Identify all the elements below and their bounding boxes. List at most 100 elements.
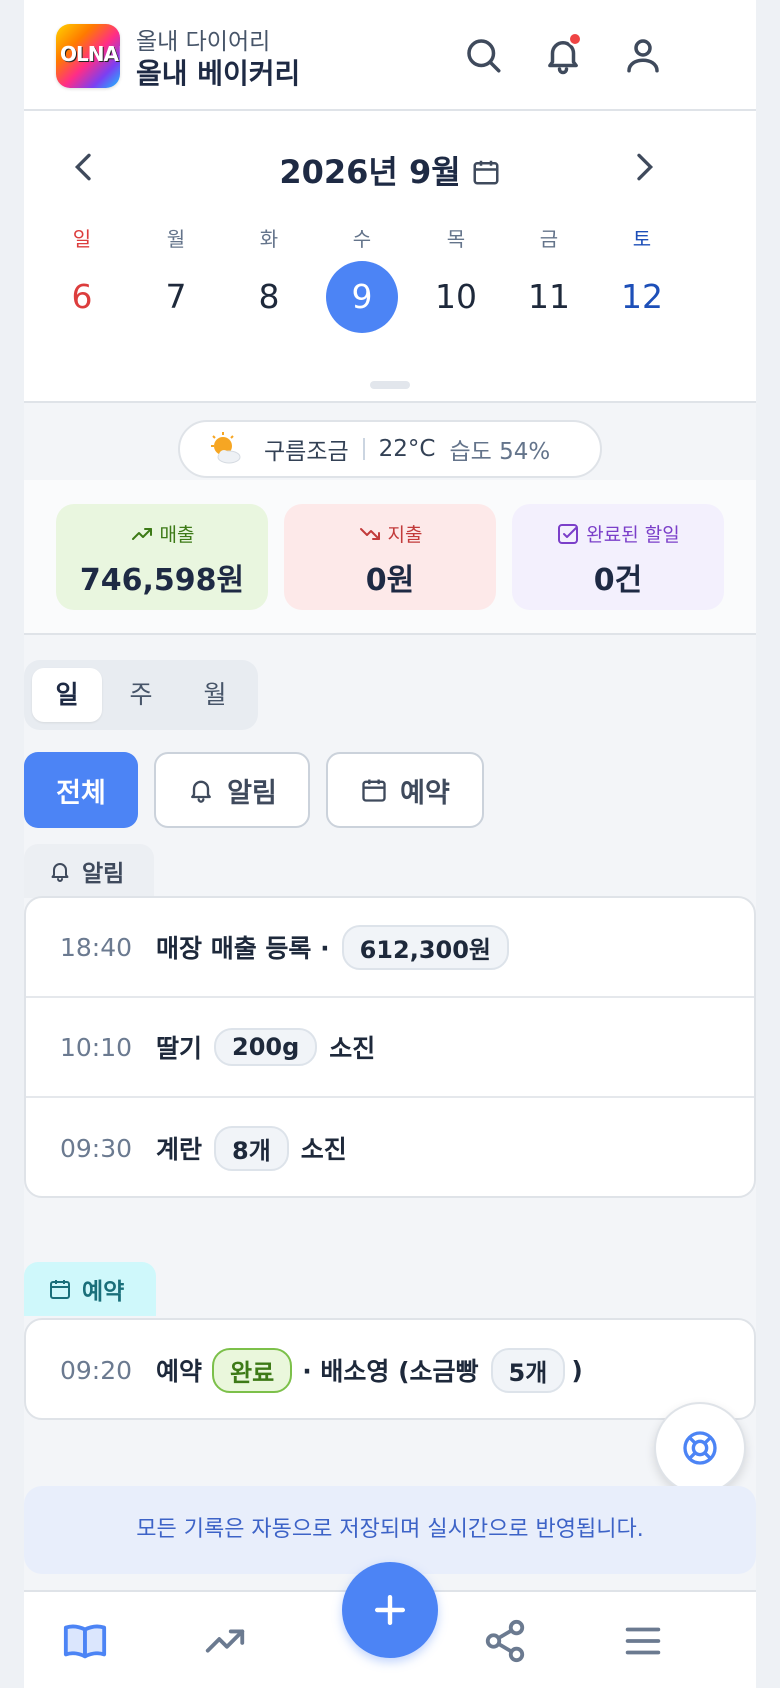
- trending-down-icon: [359, 527, 380, 540]
- daily-summary: 매출 746,598원 지출 0원 완료된 할일 0건: [24, 480, 756, 635]
- brand-title: 올내 베이커리: [136, 57, 301, 90]
- quantity-chip: 8개: [214, 1125, 289, 1171]
- day-8[interactable]: 8: [233, 261, 305, 333]
- weekday-fri: 금: [539, 227, 559, 251]
- list-item[interactable]: 10:10 딸기 200g 소진: [26, 998, 754, 1098]
- status-badge: 완료: [212, 1347, 293, 1393]
- bell-icon: [51, 863, 69, 882]
- nav-share[interactable]: [482, 1618, 528, 1664]
- notification-badge: [568, 32, 582, 46]
- sales-label: 매출: [159, 524, 195, 546]
- weekday-wed: 수: [352, 227, 372, 251]
- day-12[interactable]: 12: [606, 261, 678, 333]
- filter-alerts-label: 알림: [227, 777, 277, 809]
- calendar-icon: [50, 1280, 70, 1299]
- filter-all-label: 전체: [56, 777, 106, 809]
- period-segmented-control: 일 주 월: [24, 660, 258, 730]
- brand-subtitle: 올내 다이어리: [136, 29, 271, 55]
- list-item[interactable]: 18:40 매장 매출 등록 · 612,300원: [26, 898, 754, 998]
- book-open-icon: [63, 1624, 107, 1659]
- menu-icon: [625, 1627, 661, 1655]
- weekday-tue: 화: [259, 227, 279, 251]
- list-item[interactable]: 09:20 예약 완료 · 배소영 (소금빵 5개 ): [26, 1320, 754, 1420]
- alerts-list: 18:40 매장 매출 등록 · 612,300원 10:10 딸기 200g …: [24, 896, 756, 1198]
- support-button[interactable]: [654, 1402, 746, 1494]
- trending-up-icon: [205, 1629, 245, 1653]
- item-content: 매장 매출 등록 · 612,300원: [156, 924, 521, 970]
- day-11[interactable]: 11: [513, 261, 585, 333]
- nav-menu[interactable]: [620, 1618, 666, 1664]
- app-logo[interactable]: OLNAE: [56, 24, 120, 88]
- todo-card[interactable]: 완료된 할일 0건: [512, 504, 724, 610]
- reservations-section-header: 예약: [24, 1262, 156, 1316]
- item-time: 09:20: [59, 1355, 132, 1385]
- weekday-mon: 월: [166, 227, 186, 251]
- item-suffix: 소진: [329, 1034, 376, 1063]
- sales-card[interactable]: 매출 746,598원: [56, 504, 268, 610]
- nav-stats[interactable]: [202, 1618, 248, 1664]
- item-time: 10:10: [59, 1032, 132, 1062]
- weekday-thu: 목: [446, 227, 466, 251]
- notification-button[interactable]: [542, 32, 584, 76]
- search-button[interactable]: [462, 34, 504, 76]
- drag-handle[interactable]: [370, 381, 410, 389]
- filter-reservations-button[interactable]: 예약: [326, 752, 484, 828]
- trending-up-icon: [131, 527, 152, 540]
- day-6[interactable]: 6: [46, 261, 118, 333]
- filter-all-button[interactable]: 전체: [24, 752, 138, 828]
- sales-label-row: 매출: [56, 520, 268, 547]
- plus-icon: [374, 1594, 406, 1626]
- reservations-list: 09:20 예약 완료 · 배소영 (소금빵 5개 ): [24, 1318, 756, 1420]
- profile-button[interactable]: [622, 34, 664, 76]
- chevron-right-icon: [637, 153, 654, 181]
- app-root: OLNAE 올내 다이어리 올내 베이커리 2026년 9월: [24, 0, 756, 1688]
- expense-label: 지출: [387, 524, 423, 546]
- list-item[interactable]: 09:30 계란 8개 소진: [26, 1098, 754, 1198]
- day-9-selected[interactable]: 9: [326, 261, 398, 333]
- lifebuoy-icon: [683, 1431, 717, 1465]
- reservations-section-title: 예약: [82, 1279, 125, 1305]
- expense-card[interactable]: 지출 0원: [284, 504, 496, 610]
- day-10[interactable]: 10: [420, 261, 492, 333]
- nav-diary[interactable]: [62, 1618, 108, 1664]
- item-close-paren: ): [571, 1355, 583, 1385]
- alerts-section-title: 알림: [82, 861, 125, 887]
- autosave-info-banner: 모든 기록은 자동으로 저장되며 실시간으로 반영됩니다.: [24, 1486, 756, 1574]
- item-content: 계란 8개 소진: [156, 1125, 347, 1171]
- weekday-sat: 토: [632, 227, 652, 251]
- period-month[interactable]: 월: [180, 668, 250, 722]
- month-title-text: 2026년 9월: [279, 153, 461, 191]
- calendar-icon: [471, 157, 501, 195]
- quantity-chip: 5개: [490, 1347, 566, 1393]
- user-icon: [627, 39, 659, 73]
- calendar-icon: [362, 779, 386, 802]
- day-7[interactable]: 7: [140, 261, 212, 333]
- logo-mark: OLNAE: [60, 42, 120, 66]
- todo-value: 0건: [593, 563, 643, 598]
- filter-alerts-button[interactable]: 알림: [154, 752, 310, 828]
- todo-label: 완료된 할일: [586, 524, 680, 546]
- item-content: 딸기 200g 소진: [156, 1028, 375, 1066]
- share-icon: [485, 1619, 525, 1663]
- item-detail: · 배소영 (소금빵: [302, 1357, 479, 1386]
- expense-value: 0원: [365, 563, 415, 598]
- amount-chip: 612,300원: [341, 924, 510, 970]
- item-text: 딸기: [156, 1034, 203, 1063]
- next-week-button[interactable]: [624, 147, 664, 187]
- todo-label-row: 완료된 할일: [512, 520, 724, 547]
- item-text: 예약: [156, 1357, 203, 1386]
- expense-label-row: 지출: [284, 520, 496, 547]
- top-header: OLNAE 올내 다이어리 올내 베이커리: [24, 0, 756, 111]
- item-suffix: 소진: [300, 1135, 347, 1164]
- item-content: 예약 완료 · 배소영 (소금빵 5개 ): [156, 1347, 583, 1393]
- week-calendar: 2026년 9월 일 월 화 수 목 금 토 6 7 8 9 10 11 12: [24, 111, 756, 403]
- alerts-section-header: 알림: [24, 844, 154, 898]
- item-time: 18:40: [59, 932, 132, 962]
- add-entry-button[interactable]: [342, 1562, 438, 1658]
- period-week[interactable]: 주: [106, 668, 176, 722]
- period-day[interactable]: 일: [32, 668, 102, 722]
- search-icon: [467, 39, 501, 73]
- quantity-chip: 200g: [214, 1028, 318, 1066]
- checkbox-icon: [558, 523, 579, 544]
- partly-cloudy-icon: [211, 432, 241, 464]
